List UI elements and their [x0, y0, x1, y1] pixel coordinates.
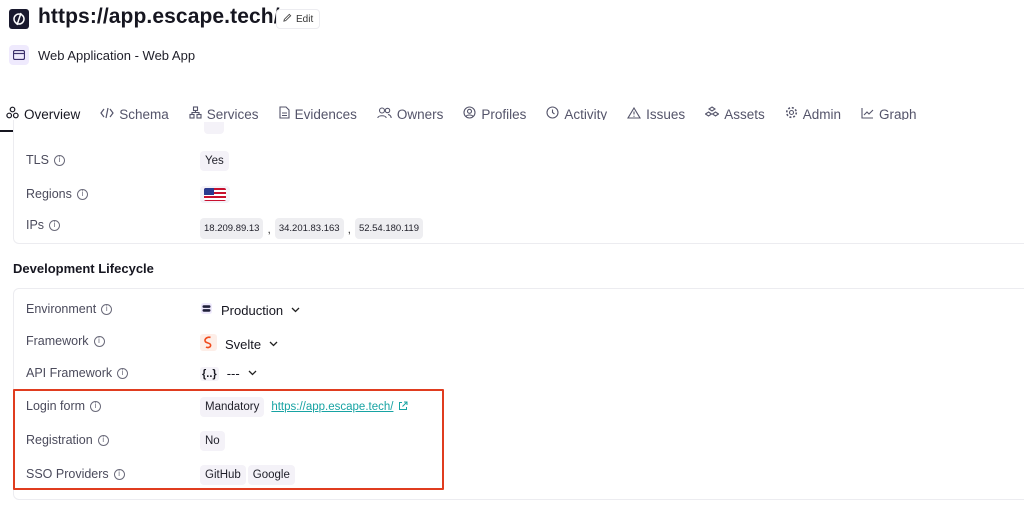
framework-value: Svelte [200, 334, 278, 354]
section-title: Development Lifecycle [13, 261, 154, 276]
tls-chip: Yes [200, 151, 229, 171]
api-framework-label-row: API Framework i [26, 366, 129, 380]
us-flag-icon [204, 188, 226, 201]
api-framework-value: {..} --- [200, 366, 257, 381]
svelte-icon [200, 334, 217, 354]
regions-label-row: Regions i [26, 187, 88, 201]
framework-dropdown[interactable]: Svelte [200, 334, 278, 354]
region-chip [200, 186, 230, 203]
ips-value: 18.209.89.13 , 34.201.83.163 , 52.54.180… [200, 218, 423, 239]
environment-label-row: Environment i [26, 302, 113, 316]
chevron-down-icon [291, 305, 300, 316]
ip-chip: 18.209.89.13 [200, 218, 264, 239]
chevron-down-icon [269, 339, 278, 350]
tls-value: Yes [200, 151, 229, 171]
info-icon[interactable]: i [49, 219, 61, 231]
info-icon[interactable]: i [93, 335, 105, 347]
ips-label-row: IPs i [26, 218, 61, 232]
web-app-icon [9, 45, 29, 65]
network-card [13, 120, 1024, 244]
framework-label: Framework [26, 334, 89, 348]
edit-label: Edit [296, 13, 314, 25]
regions-label: Regions [26, 187, 72, 201]
environment-label: Environment [26, 302, 97, 316]
api-framework-label: API Framework [26, 366, 113, 380]
regions-value [200, 186, 230, 203]
api-framework-dropdown[interactable]: {..} --- [200, 366, 257, 381]
environment-dropdown[interactable]: Production [200, 302, 300, 318]
framework-selected: Svelte [225, 336, 262, 352]
framework-label-row: Framework i [26, 334, 105, 348]
page-title: https://app.escape.tech/ [38, 5, 280, 28]
cut-off-chip [204, 122, 224, 134]
ip-chip: 52.54.180.119 [354, 218, 423, 239]
ip-separator: , [347, 221, 351, 236]
ip-separator: , [267, 221, 271, 236]
environment-selected: Production [221, 302, 284, 318]
highlight-box [13, 389, 444, 490]
app-logo [9, 9, 29, 29]
braces-icon: {..} [200, 366, 219, 381]
server-icon [200, 302, 213, 318]
pencil-icon [283, 13, 292, 25]
tls-label-row: TLS i [26, 153, 65, 167]
chevron-down-icon [248, 368, 257, 379]
ip-chip: 34.201.83.163 [274, 218, 344, 239]
ips-label: IPs [26, 218, 45, 232]
api-framework-selected: --- [226, 366, 240, 381]
info-icon[interactable]: i [101, 303, 113, 315]
edit-button[interactable]: Edit [276, 9, 321, 29]
environment-value: Production [200, 302, 300, 318]
info-icon[interactable]: i [117, 367, 129, 379]
info-icon[interactable]: i [53, 154, 65, 166]
info-icon[interactable]: i [76, 188, 88, 200]
asset-type: Web Application - Web App [38, 48, 196, 63]
tls-label: TLS [26, 153, 49, 167]
